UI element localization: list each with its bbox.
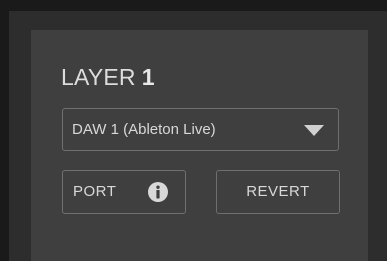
layer-title: LAYER 1 xyxy=(61,60,155,94)
daw-select-dropdown[interactable]: DAW 1 (Ableton Live) xyxy=(62,108,339,151)
chevron-down-icon xyxy=(304,125,324,136)
port-button-label: PORT xyxy=(73,183,117,200)
layer-number: 1 xyxy=(141,64,155,90)
layer-title-prefix: LAYER xyxy=(61,64,136,90)
revert-button-label: REVERT xyxy=(246,183,310,200)
revert-button[interactable]: REVERT xyxy=(216,170,340,214)
port-button[interactable]: PORT xyxy=(62,170,186,214)
info-icon[interactable] xyxy=(148,182,168,202)
daw-select-value: DAW 1 (Ableton Live) xyxy=(72,121,216,138)
